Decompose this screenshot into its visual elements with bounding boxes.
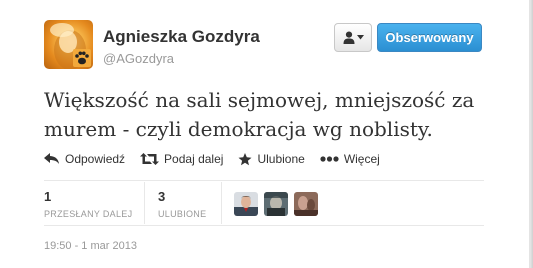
favorite-stat[interactable]: 3 ULUBIONE xyxy=(158,189,206,219)
more-label: Więcej xyxy=(343,152,380,166)
tweet-text-line-2: murem - czyli demokracja wg noblisty. xyxy=(44,117,433,141)
favorite-count: 3 xyxy=(158,189,166,204)
user-icon xyxy=(343,31,354,44)
more-action[interactable]: Więcej xyxy=(320,152,380,166)
tweet-text-line-1: Większość na sali sejmowej, mniejszość z… xyxy=(44,88,475,112)
stats-separator xyxy=(221,182,222,224)
retweet-count-label: PRZESŁANY DALEJ xyxy=(44,209,133,219)
stats-bottom-divider xyxy=(44,225,484,226)
retweet-label: Podaj dalej xyxy=(164,152,224,166)
retweet-count: 1 xyxy=(44,189,52,204)
stats-separator xyxy=(144,182,145,224)
favoriter-avatar[interactable] xyxy=(264,192,288,216)
favorite-count-label: ULUBIONE xyxy=(158,209,207,219)
favoriter-avatar[interactable] xyxy=(234,192,258,216)
retweet-icon xyxy=(140,153,160,165)
favoriter-avatar-image xyxy=(294,192,318,216)
favoriter-avatar-image xyxy=(264,192,288,216)
user-actions-button[interactable] xyxy=(334,23,372,52)
stats-top-divider xyxy=(44,180,484,181)
caret-down-icon xyxy=(356,35,364,40)
favorite-label: Ulubione xyxy=(257,152,305,166)
favorite-action[interactable]: Ulubione xyxy=(238,152,305,166)
reply-action[interactable]: Odpowiedź xyxy=(44,152,125,166)
paw-icon xyxy=(73,49,91,67)
retweet-stat[interactable]: 1 PRZESŁANY DALEJ xyxy=(44,189,132,219)
reply-icon xyxy=(44,153,59,164)
favoriter-avatar-image xyxy=(234,192,258,216)
tweet-timestamp[interactable]: 19:50 - 1 mar 2013 xyxy=(44,240,137,252)
follow-button[interactable]: Obserwowany xyxy=(377,23,482,52)
user-name[interactable]: Agnieszka Gozdyra xyxy=(103,27,260,47)
favoriter-avatar[interactable] xyxy=(294,192,318,216)
user-handle[interactable]: @AGozdyra xyxy=(103,51,174,66)
retweet-action[interactable]: Podaj dalej xyxy=(140,152,223,166)
more-icon xyxy=(320,156,339,162)
tweet-text: Większość na sali sejmowej, mniejszość z… xyxy=(44,86,494,144)
tweet-actions: Odpowiedź Podaj dalej Ulubione Więcej xyxy=(44,150,395,168)
avatar[interactable] xyxy=(44,20,93,69)
star-icon xyxy=(238,152,252,165)
reply-label: Odpowiedź xyxy=(65,152,126,166)
